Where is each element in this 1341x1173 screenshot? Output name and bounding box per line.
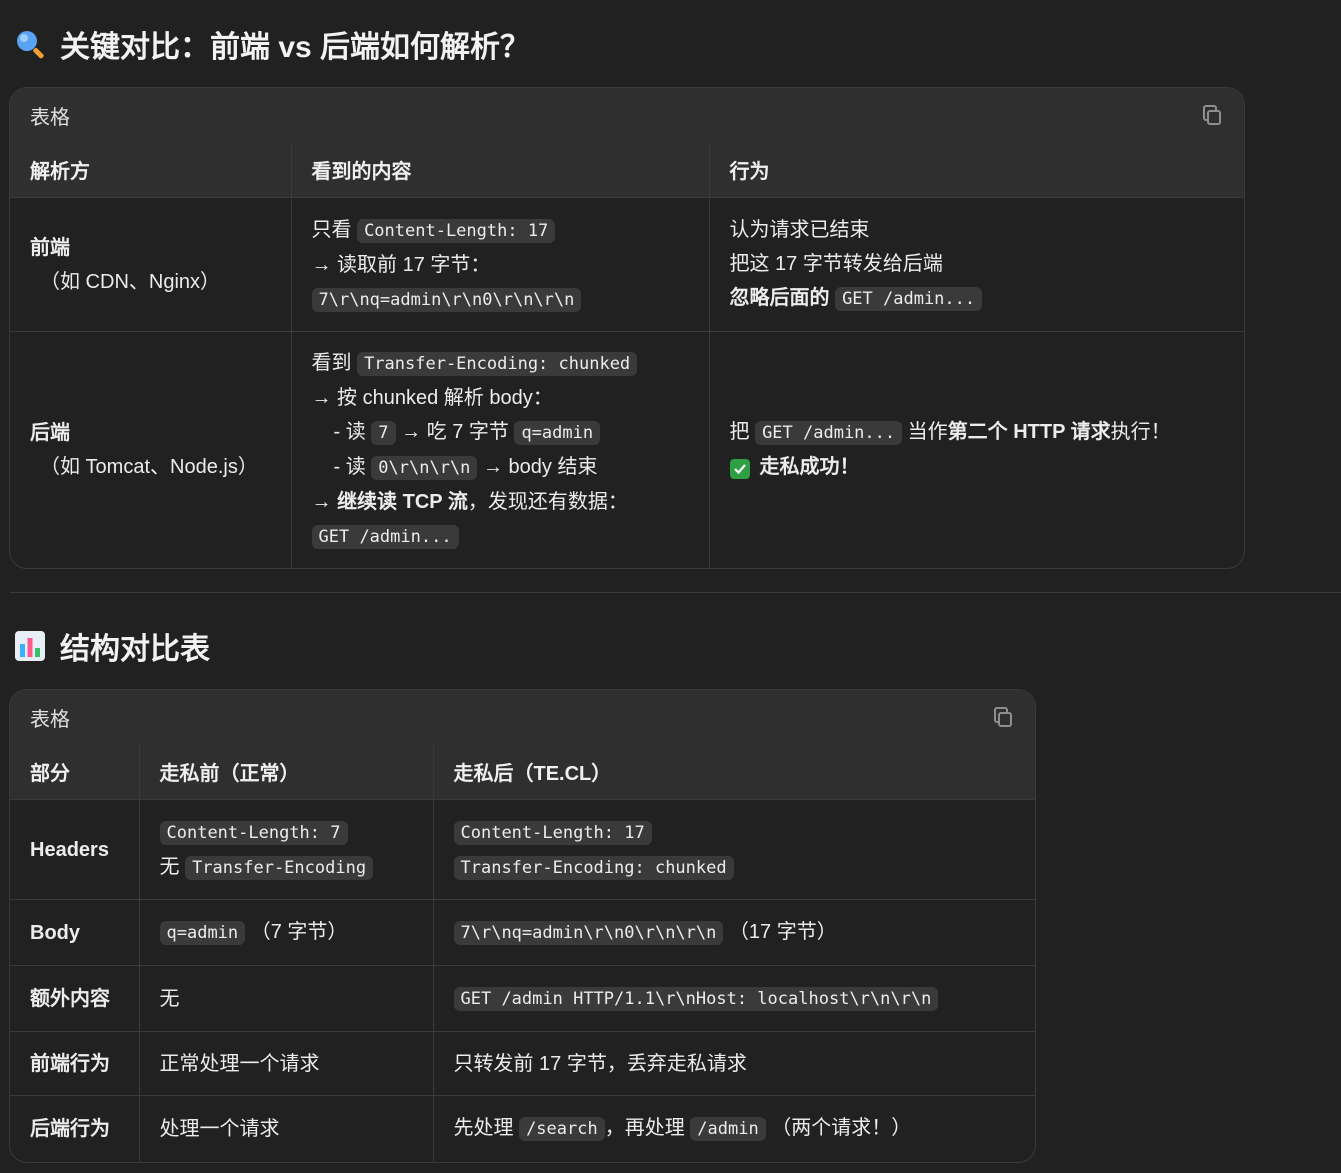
- comparison-table: 解析方 看到的内容 行为 前端 （如 CDN、Nginx） 只看 Content…: [10, 142, 1244, 568]
- magnifier-icon: [14, 28, 46, 60]
- card-label: 表格: [30, 106, 70, 129]
- inline-code: 0\r\n\r\n: [371, 455, 478, 480]
- row-label: Headers: [10, 799, 140, 900]
- inline-code: q=admin: [159, 921, 246, 945]
- inline-code: GET /admin...: [311, 524, 459, 549]
- before-cell: q=admin （7 字节）: [139, 899, 434, 966]
- after-cell: 先处理 /search ，再处理 /admin （两个请求！）: [433, 1095, 1035, 1162]
- inline-code: Transfer-Encoding: [185, 855, 374, 880]
- behavior-cell: 把 GET /admin... 当作第二个 HTTP 请求执行！ 走私成功！: [709, 331, 1244, 568]
- table-header-row: 部分 走私前（正常） 走私后（TE.CL）: [10, 744, 1035, 800]
- structure-table: 部分 走私前（正常） 走私后（TE.CL） Headers Content-Le…: [10, 744, 1035, 1162]
- before-cell: 正常处理一个请求: [139, 1031, 434, 1096]
- after-cell: GET /admin HTTP/1.1\r\nHost: localhost\r…: [433, 965, 1035, 1032]
- content-cell: 看到 Transfer-Encoding: chunked → 按 chunke…: [291, 331, 710, 568]
- table-row: Body q=admin （7 字节） 7\r\nq=admin\r\n0\r\…: [10, 899, 1035, 966]
- inline-code: GET /admin...: [835, 287, 983, 311]
- inline-code: 7\r\nq=admin\r\n0\r\n\r\n: [453, 921, 724, 945]
- column-header: 走私前（正常）: [139, 744, 434, 800]
- before-cell: 无: [139, 965, 434, 1032]
- column-header: 解析方: [10, 142, 292, 198]
- section-divider: [10, 592, 1341, 593]
- inline-code: Content-Length: 17: [453, 820, 652, 845]
- column-header: 部分: [10, 744, 140, 800]
- row-label: 额外内容: [10, 965, 140, 1032]
- section-title: 结构对比表: [60, 633, 210, 666]
- inline-code: /admin: [690, 1117, 766, 1142]
- row-label: 后端 （如 Tomcat、Node.js）: [10, 331, 292, 568]
- card-label: 表格: [30, 708, 70, 731]
- content-cell: 只看 Content-Length: 17 → 读取前 17 字节： 7\r\n…: [291, 197, 710, 332]
- after-cell: 7\r\nq=admin\r\n0\r\n\r\n （17 字节）: [433, 899, 1035, 966]
- card-header: 表格: [10, 88, 1244, 142]
- row-label: 前端行为: [10, 1031, 140, 1096]
- column-header: 行为: [709, 142, 1244, 198]
- section-heading-structure: 结构对比表: [14, 624, 210, 668]
- inline-code: GET /admin...: [755, 421, 903, 446]
- row-label: 后端行为: [10, 1095, 140, 1162]
- card-header: 表格: [10, 690, 1035, 744]
- row-label: 前端 （如 CDN、Nginx）: [10, 197, 292, 332]
- structure-table-card: 表格 部分 走私前（正常） 走私后（TE.CL） Headers Content…: [9, 689, 1036, 1163]
- table-header-row: 解析方 看到的内容 行为: [10, 142, 1244, 198]
- comparison-table-card: 表格 解析方 看到的内容 行为 前端 （如 CDN、Nginx） 只看 Cont…: [9, 87, 1245, 569]
- table-row: 额外内容 无 GET /admin HTTP/1.1\r\nHost: loca…: [10, 965, 1035, 1032]
- before-cell: 处理一个请求: [139, 1095, 434, 1162]
- inline-code: q=admin: [514, 420, 601, 445]
- inline-code: Transfer-Encoding: chunked: [357, 351, 638, 376]
- copy-icon[interactable]: [991, 705, 1015, 729]
- table-row: Headers Content-Length: 7 无 Transfer-Enc…: [10, 799, 1035, 900]
- row-label: Body: [10, 899, 140, 966]
- column-header: 看到的内容: [291, 142, 710, 198]
- table-row: 后端行为 处理一个请求 先处理 /search ，再处理 /admin （两个请求…: [10, 1095, 1035, 1162]
- table-row: 前端行为 正常处理一个请求 只转发前 17 字节，丢弃走私请求: [10, 1031, 1035, 1096]
- inline-code: 7\r\nq=admin\r\n0\r\n\r\n: [311, 287, 582, 312]
- section-title: 关键对比：前端 vs 后端如何解析？: [60, 31, 531, 64]
- after-cell: Content-Length: 17 Transfer-Encoding: ch…: [433, 799, 1035, 900]
- table-row: 后端 （如 Tomcat、Node.js） 看到 Transfer-Encodi…: [10, 331, 1244, 568]
- table-row: 前端 （如 CDN、Nginx） 只看 Content-Length: 17 →…: [10, 197, 1244, 332]
- inline-code: Content-Length: 17: [357, 218, 556, 243]
- before-cell: Content-Length: 7 无 Transfer-Encoding: [139, 799, 434, 900]
- copy-icon[interactable]: [1200, 103, 1224, 127]
- inline-code: Transfer-Encoding: chunked: [453, 855, 734, 880]
- inline-code: /search: [519, 1117, 605, 1142]
- inline-code: 7: [371, 420, 396, 445]
- section-heading-comparison: 关键对比：前端 vs 后端如何解析？: [14, 22, 530, 66]
- column-header: 走私后（TE.CL）: [433, 744, 1035, 800]
- checkmark-icon: [729, 459, 750, 480]
- after-cell: 只转发前 17 字节，丢弃走私请求: [433, 1031, 1035, 1096]
- inline-code: GET /admin HTTP/1.1\r\nHost: localhost\r…: [453, 987, 939, 1011]
- behavior-cell: 认为请求已结束 把这 17 字节转发给后端 忽略后面的 GET /admin..…: [709, 197, 1244, 332]
- bar-chart-icon: [14, 630, 46, 662]
- inline-code: Content-Length: 7: [159, 820, 348, 845]
